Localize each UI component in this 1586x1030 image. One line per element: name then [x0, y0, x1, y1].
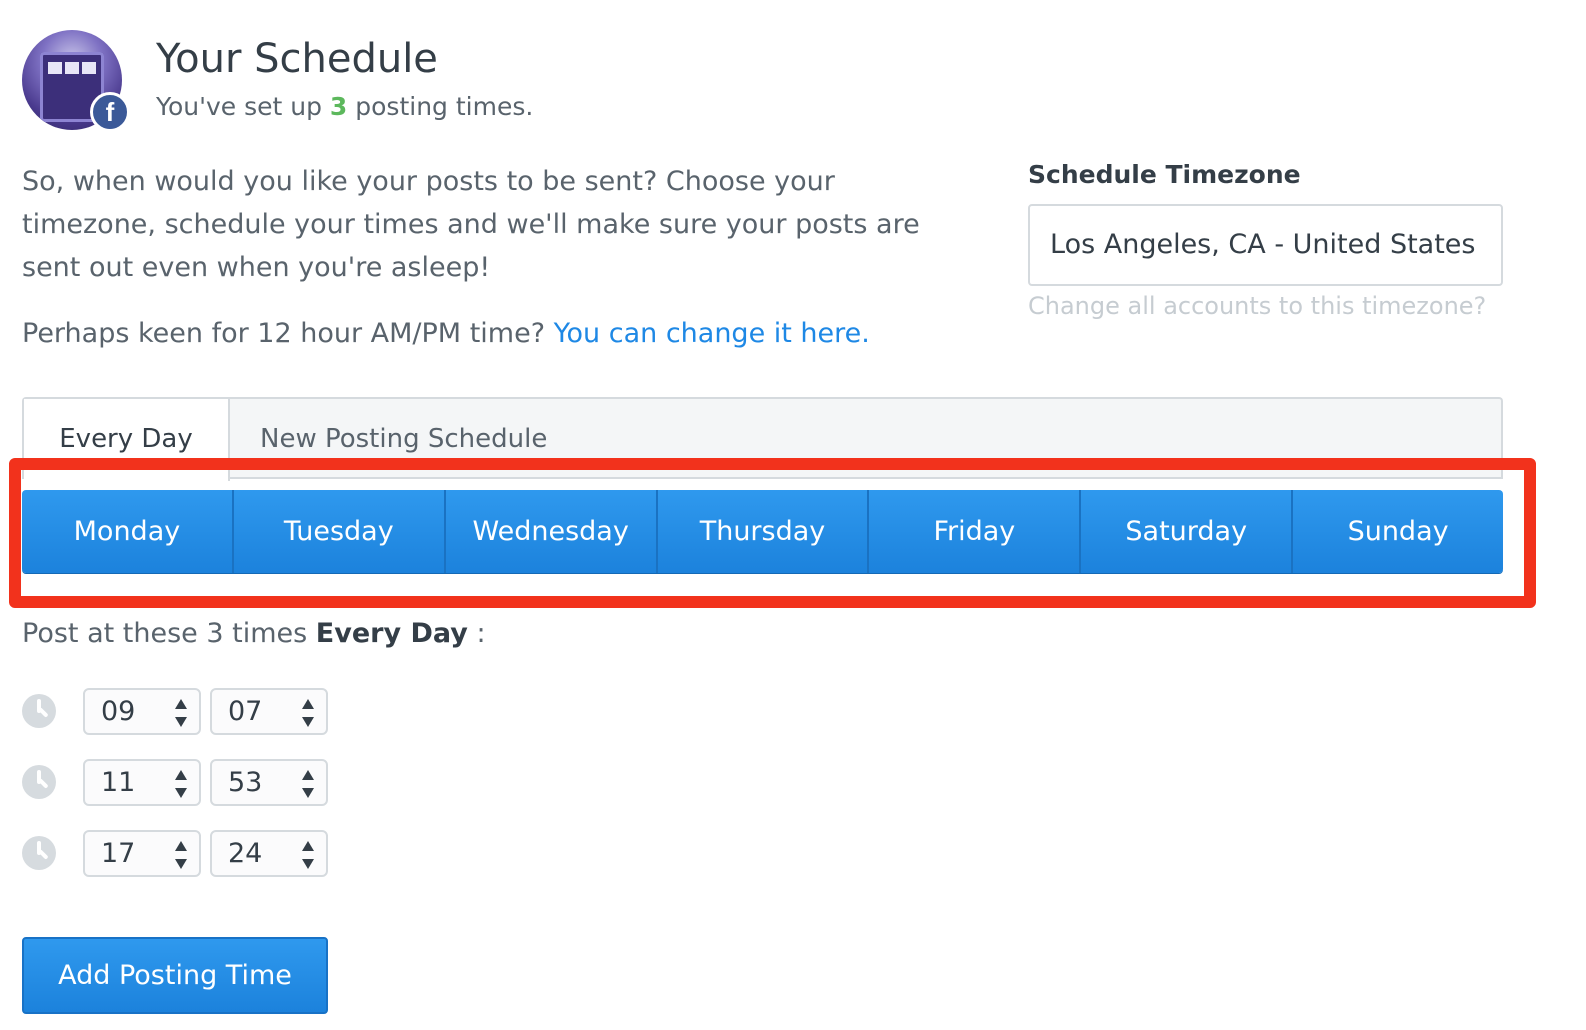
- hour-select[interactable]: 11: [83, 759, 201, 806]
- hour-select[interactable]: 17: [83, 830, 201, 877]
- minute-select[interactable]: 07: [210, 688, 328, 735]
- post-at-bold: Every Day: [315, 618, 468, 649]
- ampm-hint: Perhaps keen for 12 hour AM/PM time? You…: [22, 318, 870, 349]
- select-arrows-icon: [175, 770, 187, 798]
- minute-value: 53: [228, 767, 263, 798]
- post-at-prefix: Post at these 3 times: [22, 618, 316, 649]
- minute-select[interactable]: 24: [210, 830, 328, 877]
- select-arrows-icon: [302, 841, 314, 869]
- add-posting-time-button[interactable]: Add Posting Time: [22, 937, 328, 1014]
- select-arrows-icon: [302, 770, 314, 798]
- timezone-input[interactable]: Los Angeles, CA - United States: [1028, 204, 1503, 286]
- timezone-label: Schedule Timezone: [1028, 160, 1301, 189]
- page-title: Your Schedule: [156, 36, 438, 82]
- posting-time-row: 17 24: [22, 830, 342, 877]
- posting-times-summary: You've set up 3 posting times.: [156, 92, 533, 121]
- select-arrows-icon: [302, 699, 314, 727]
- ampm-hint-text: Perhaps keen for 12 hour AM/PM time?: [22, 318, 554, 349]
- hour-value: 11: [101, 767, 136, 798]
- clock-icon: [22, 694, 56, 728]
- clock-icon: [22, 765, 56, 799]
- post-at-suffix: :: [467, 618, 486, 649]
- select-arrows-icon: [175, 841, 187, 869]
- facebook-icon: f: [90, 92, 130, 132]
- posting-time-row: 09 07: [22, 688, 342, 735]
- posting-time-row: 11 53: [22, 759, 342, 806]
- summary-prefix: You've set up: [156, 92, 330, 121]
- minute-select[interactable]: 53: [210, 759, 328, 806]
- posting-times-count: 3: [329, 92, 348, 121]
- intro-text: So, when would you like your posts to be…: [22, 166, 920, 283]
- minute-value: 07: [228, 696, 263, 727]
- summary-suffix: posting times.: [347, 92, 534, 121]
- change-all-timezone-link[interactable]: Change all accounts to this timezone?: [1028, 292, 1486, 320]
- select-arrows-icon: [175, 699, 187, 727]
- post-at-heading: Post at these 3 times Every Day :: [22, 618, 486, 649]
- highlight-box: [9, 458, 1536, 608]
- minute-value: 24: [228, 838, 263, 869]
- change-time-format-link[interactable]: You can change it here.: [554, 318, 870, 349]
- clock-icon: [22, 836, 56, 870]
- hour-value: 09: [101, 696, 136, 727]
- hour-value: 17: [101, 838, 136, 869]
- hour-select[interactable]: 09: [83, 688, 201, 735]
